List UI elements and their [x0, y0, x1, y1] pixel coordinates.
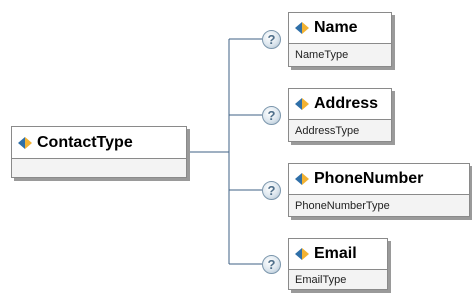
child-element-type: AddressType [295, 125, 360, 137]
optional-help-icon[interactable]: ? [262, 30, 281, 49]
element-icon [18, 136, 32, 149]
child-element-title: Address [314, 95, 379, 112]
child-element-title: Email [314, 245, 357, 262]
root-element-box[interactable]: ContactType [11, 126, 187, 178]
child-element-title: Name [314, 19, 358, 36]
root-element-title: ContactType [37, 133, 133, 151]
optional-help-icon[interactable]: ? [262, 106, 281, 125]
child-element-name[interactable]: Name NameType [288, 12, 392, 67]
child-element-type: PhoneNumberType [295, 200, 390, 212]
child-element-email[interactable]: Email EmailType [288, 238, 388, 290]
root-element-header: ContactType [12, 127, 186, 159]
child-element-phonenumber[interactable]: PhoneNumber PhoneNumberType [288, 163, 470, 217]
optional-help-icon[interactable]: ? [262, 255, 281, 274]
child-element-type: NameType [295, 49, 349, 61]
child-element-type: EmailType [295, 274, 347, 286]
child-element-header: Email [289, 239, 387, 270]
element-icon [295, 98, 309, 110]
optional-help-icon[interactable]: ? [262, 181, 281, 200]
child-element-title: PhoneNumber [314, 170, 424, 187]
element-icon [295, 248, 309, 260]
root-element-type [12, 159, 186, 178]
child-element-address[interactable]: Address AddressType [288, 88, 392, 142]
element-icon [295, 173, 309, 185]
element-icon [295, 22, 309, 34]
child-element-header: Address [289, 89, 391, 120]
child-element-header: Name [289, 13, 391, 44]
child-element-header: PhoneNumber [289, 164, 469, 195]
